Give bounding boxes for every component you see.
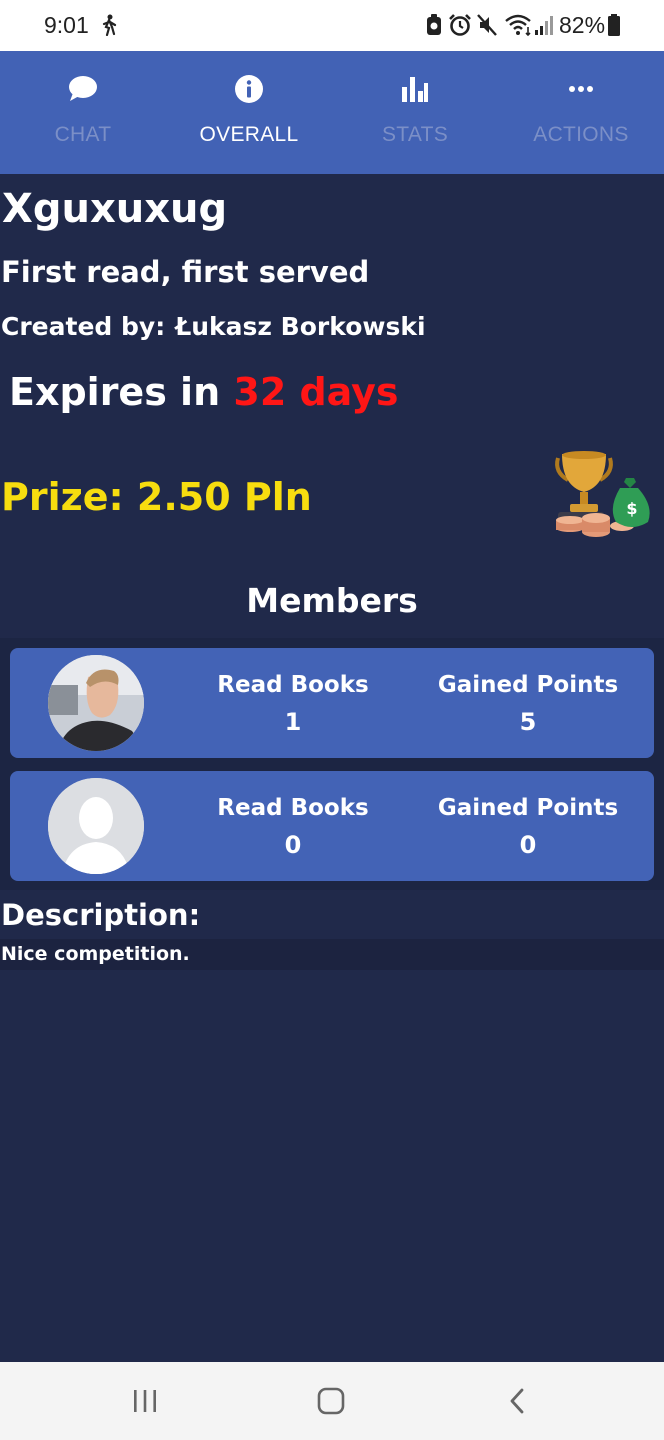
info-icon bbox=[234, 74, 264, 104]
read-books-label: Read Books bbox=[217, 795, 369, 821]
tab-stats[interactable]: STATS bbox=[332, 51, 498, 174]
description-heading: Description: bbox=[1, 898, 201, 932]
competition-subtitle: First read, first served bbox=[1, 255, 370, 289]
tab-overall-label: OVERALL bbox=[199, 123, 299, 146]
more-dots-icon bbox=[568, 74, 594, 104]
tab-actions[interactable]: ACTIONS bbox=[498, 51, 664, 174]
description-text: Nice competition. bbox=[1, 943, 190, 965]
home-icon bbox=[317, 1387, 345, 1415]
prize: Prize: 2.50 Pln bbox=[1, 475, 312, 519]
default-avatar-icon bbox=[48, 778, 144, 874]
creator-name: Łukasz Borkowski bbox=[175, 312, 426, 341]
gained-points-stat: Gained Points 0 bbox=[413, 793, 643, 861]
mute-icon bbox=[477, 14, 497, 36]
gained-points-value: 5 bbox=[519, 708, 537, 736]
walk-icon bbox=[102, 14, 117, 36]
competition-title: Xguxuxug bbox=[2, 186, 228, 232]
gained-points-label: Gained Points bbox=[437, 672, 619, 698]
back-icon bbox=[510, 1388, 524, 1414]
read-books-value: 0 bbox=[284, 831, 302, 859]
tab-chat-label: CHAT bbox=[54, 123, 112, 146]
status-bar: 9:01 82% bbox=[0, 0, 664, 51]
member-card[interactable]: Read Books 0 Gained Points 0 bbox=[10, 771, 654, 881]
read-books-stat: Read Books 0 bbox=[178, 793, 408, 861]
expires-label: Expires in bbox=[9, 370, 221, 414]
read-books-stat: Read Books 1 bbox=[178, 670, 408, 738]
bar-chart-icon bbox=[401, 74, 429, 104]
tab-overall[interactable]: OVERALL bbox=[166, 51, 332, 174]
home-button[interactable] bbox=[311, 1384, 351, 1418]
back-button[interactable] bbox=[497, 1384, 537, 1418]
description-box: Nice competition. bbox=[0, 939, 664, 970]
members-heading: Members bbox=[246, 581, 418, 620]
trophy-money-icon: $ bbox=[555, 451, 650, 537]
signal-icon bbox=[535, 16, 553, 35]
tab-bar: CHAT OVERALL STATS ACTIONS bbox=[0, 51, 664, 174]
tab-chat[interactable]: CHAT bbox=[0, 51, 166, 174]
created-by-label: Created by: bbox=[1, 312, 166, 341]
avatar bbox=[48, 778, 144, 874]
gained-points-label: Gained Points bbox=[437, 795, 619, 821]
members-list: Read Books 1 Gained Points 5 Read Books … bbox=[0, 638, 664, 890]
read-books-value: 1 bbox=[284, 708, 302, 736]
battery-percentage: 82% bbox=[559, 12, 606, 38]
expires-line: Expires in 32 days bbox=[9, 368, 399, 416]
notification-icon bbox=[427, 14, 441, 35]
expires-value: 32 days bbox=[233, 370, 399, 414]
gained-points-value: 0 bbox=[519, 831, 537, 859]
app-screen: 9:01 82% CHAT OVERALL STATS ACTIONS Xgux… bbox=[0, 0, 664, 1440]
tab-actions-label: ACTIONS bbox=[533, 123, 629, 146]
status-time: 9:01 bbox=[44, 12, 89, 38]
tab-stats-label: STATS bbox=[381, 123, 449, 146]
gained-points-stat: Gained Points 5 bbox=[413, 670, 643, 738]
member-card[interactable]: Read Books 1 Gained Points 5 bbox=[10, 648, 654, 758]
svg-text:$: $ bbox=[626, 499, 637, 518]
avatar bbox=[48, 655, 144, 751]
recent-apps-icon bbox=[134, 1390, 156, 1412]
created-by: Created by: Łukasz Borkowski bbox=[1, 311, 426, 343]
system-nav-bar bbox=[0, 1362, 664, 1440]
chat-bubble-icon bbox=[68, 74, 98, 104]
recent-apps-button[interactable] bbox=[125, 1384, 165, 1418]
read-books-label: Read Books bbox=[217, 672, 369, 698]
alarm-icon bbox=[449, 14, 471, 36]
battery-icon bbox=[608, 14, 620, 36]
wifi-icon bbox=[505, 14, 531, 37]
